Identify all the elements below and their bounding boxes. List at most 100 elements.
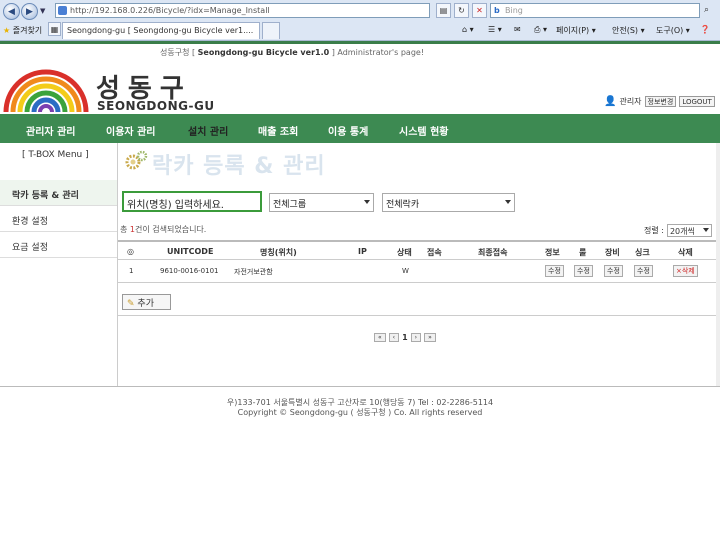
locker-select[interactable]: 전체락카 xyxy=(382,193,515,212)
mail-icon[interactable]: ✉ xyxy=(514,25,521,34)
location-search-input[interactable]: 위치(명칭) 입력하세요. xyxy=(122,191,262,212)
page-first-button[interactable]: « xyxy=(374,333,386,342)
footer-copyright: Copyright © Seongdong-gu ( 성동구청 ) Co. Al… xyxy=(237,408,483,417)
ie-page-icon xyxy=(58,6,67,15)
col-name: 명칭(위치) xyxy=(260,248,297,257)
chevron-down-icon xyxy=(364,200,370,204)
tools-menu[interactable]: 도구(O) ▾ xyxy=(656,25,690,36)
delete-button[interactable]: ×삭제 xyxy=(673,265,698,277)
nav-user-manage[interactable]: 이용자 관리 xyxy=(106,123,155,138)
favorites-label: 즐겨찾기 xyxy=(12,26,43,35)
col-delete: 삭제 xyxy=(678,248,693,257)
sort-select[interactable]: 20개씩 xyxy=(666,224,712,237)
sort-control: 정렬 : 20개씩 xyxy=(644,224,712,237)
col-sync: 싱크 xyxy=(635,248,650,257)
refresh-icon[interactable]: ↻ xyxy=(454,3,469,18)
sidebar: 락카 등록 & 관리 환경 설정 요금 설정 xyxy=(0,180,118,258)
edit-info-button[interactable]: 정보변경 xyxy=(644,96,677,107)
col-unitcode: UNITCODE xyxy=(167,247,214,256)
safety-menu-label: 안전(S) xyxy=(612,26,639,35)
page-next-button[interactable]: › xyxy=(410,333,422,342)
history-dropdown-icon[interactable]: ▼ xyxy=(40,7,45,15)
chevron-down-icon xyxy=(702,228,709,232)
chevron-down-icon xyxy=(505,200,511,204)
row-unitcode: 9610-0016-0101 xyxy=(160,267,219,275)
sidebar-item-fee[interactable]: 요금 설정 xyxy=(0,232,118,258)
top-accent-line xyxy=(0,41,720,44)
quick-tabs-icon[interactable]: ▦ xyxy=(48,22,61,36)
help-icon[interactable]: ❓ xyxy=(700,25,710,34)
nav-stats[interactable]: 이용 통계 xyxy=(328,123,368,138)
user-area: 👤 관리자 정보변경 LOGOUT xyxy=(604,96,715,107)
nav-admin-manage[interactable]: 관리자 관리 xyxy=(26,123,75,138)
rainbow-logo xyxy=(3,69,89,112)
row-name[interactable]: 자전거보관함 xyxy=(234,267,273,277)
nav-system[interactable]: 시스템 현황 xyxy=(399,123,448,138)
sidebar-title: [ T-BOX Menu ] xyxy=(22,150,89,160)
forward-icon[interactable]: ▶ xyxy=(21,3,38,20)
browser-tab[interactable]: Seongdong-gu [ Seongdong-gu Bicycle ver1… xyxy=(62,22,260,39)
page-prev-button[interactable]: ‹ xyxy=(388,333,400,342)
edit-equip-button[interactable]: 수정 xyxy=(604,265,623,277)
nav-install-manage[interactable]: 설치 관리 xyxy=(188,123,228,138)
sort-label: 정렬 : xyxy=(644,226,664,235)
sidebar-item-env[interactable]: 환경 설정 xyxy=(0,206,118,232)
user-icon: 👤 xyxy=(604,96,617,107)
group-select[interactable]: 전체그룹 xyxy=(269,193,374,212)
count-suffix: 건이 검색되었습니다. xyxy=(135,225,207,234)
result-count: 총 1건이 검색되었습니다. xyxy=(120,224,206,235)
feeds-icon[interactable]: ☰ ▾ xyxy=(488,25,502,34)
address-text: http://192.168.0.226/Bicycle/?idx=Manage… xyxy=(70,6,270,15)
col-status: 상태 xyxy=(397,248,412,257)
page-title: 락카 등록 & 관리 xyxy=(152,154,326,179)
search-placeholder: Bing xyxy=(505,6,523,15)
star-icon: ★ xyxy=(3,26,11,35)
address-bar[interactable]: http://192.168.0.226/Bicycle/?idx=Manage… xyxy=(55,3,430,18)
tab-row: ★ 즐겨찾기 ▦ Seongdong-gu [ Seongdong-gu Bic… xyxy=(0,21,720,41)
edit-rule-button[interactable]: 수정 xyxy=(574,265,593,277)
home-icon[interactable]: ⌂ ▾ xyxy=(462,25,474,34)
sidebar-item-label: 환경 설정 xyxy=(12,217,48,227)
tab-label: Seongdong-gu [ Seongdong-gu Bicycle ver1… xyxy=(67,26,254,35)
new-tab-button[interactable] xyxy=(262,22,280,39)
safety-menu[interactable]: 안전(S) ▾ xyxy=(612,25,645,36)
favorites-button[interactable]: ★ 즐겨찾기 xyxy=(3,25,42,36)
sidebar-item-locker[interactable]: 락카 등록 & 관리 xyxy=(0,180,118,206)
edit-sync-button[interactable]: 수정 xyxy=(634,265,653,277)
print-icon[interactable]: ⎙ ▾ xyxy=(534,25,547,35)
footer: 우)133-701 서울특별시 성동구 고산자로 10(행당동 7) Tel :… xyxy=(0,398,720,418)
page-current[interactable]: 1 xyxy=(402,333,408,342)
footer-divider xyxy=(0,386,720,387)
search-box[interactable]: b Bing xyxy=(490,3,700,18)
table-header: ◎ UNITCODE 명칭(위치) IP 상태 접속 최종접속 정보 룰 장비 … xyxy=(118,240,716,260)
add-button-label: 추가 xyxy=(137,299,154,309)
page-menu[interactable]: 페이지(P) ▾ xyxy=(556,25,596,36)
gear-icon xyxy=(125,150,148,170)
search-go-icon[interactable]: ⌕ xyxy=(704,5,709,15)
sidebar-item-label: 요금 설정 xyxy=(12,243,48,253)
footer-address: 우)133-701 서울특별시 성동구 고산자로 10(행당동 7) Tel :… xyxy=(226,398,494,407)
add-button[interactable]: ✎ 추가 xyxy=(122,294,171,310)
back-icon[interactable]: ◀ xyxy=(3,3,20,20)
logo-english: SEONGDONG-GU xyxy=(97,99,215,113)
compat-view-icon[interactable]: ▤ xyxy=(436,3,451,18)
count-prefix: 총 xyxy=(120,225,128,234)
tools-menu-label: 도구(O) xyxy=(656,26,684,35)
logout-button[interactable]: LOGOUT xyxy=(679,96,715,107)
col-info: 정보 xyxy=(545,248,560,257)
page-last-button[interactable]: » xyxy=(424,333,436,342)
sort-value: 20개씩 xyxy=(669,227,695,236)
pencil-icon: ✎ xyxy=(127,299,135,309)
row-number: 1 xyxy=(129,267,134,275)
admin-prefix: 성동구청 [ xyxy=(160,48,196,57)
edit-info-row-button[interactable]: 수정 xyxy=(545,265,564,277)
right-scrollbar[interactable] xyxy=(716,143,720,386)
admin-suffix: ] Administrator's page! xyxy=(331,48,425,57)
nav-sales[interactable]: 매출 조회 xyxy=(258,123,298,138)
col-last-connect: 최종접속 xyxy=(478,248,508,257)
stop-icon[interactable]: ✕ xyxy=(472,3,487,18)
bing-icon: b xyxy=(494,6,500,15)
admin-tagline: 성동구청 [ Seongdong-gu Bicycle ver1.0 ] Adm… xyxy=(160,47,424,58)
sidebar-item-label: 락카 등록 & 관리 xyxy=(12,191,79,201)
main-nav: 관리자 관리 이용자 관리 설치 관리 매출 조회 이용 통계 시스템 현황 xyxy=(0,114,720,143)
